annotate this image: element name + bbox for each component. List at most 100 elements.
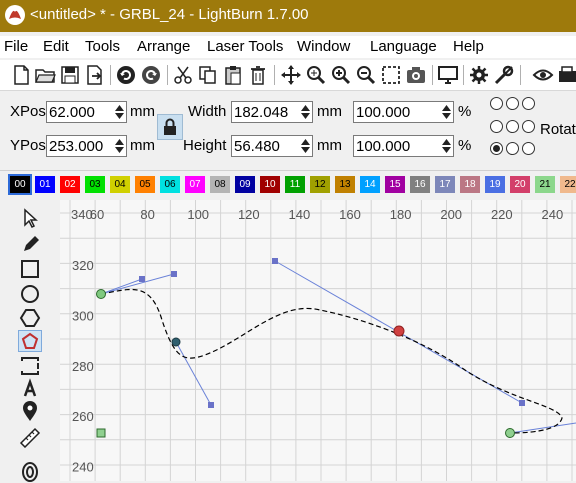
camera-icon[interactable] xyxy=(405,64,427,86)
zoom-in-icon[interactable] xyxy=(330,64,352,86)
menu-help[interactable]: Help xyxy=(453,38,484,55)
anchor-bottom-left[interactable] xyxy=(490,142,503,155)
handle-line xyxy=(100,278,143,295)
window-title: <untitled> * - GRBL_24 - LightBurn 1.7.0… xyxy=(30,6,309,23)
spinner-arrows-icon[interactable] xyxy=(114,138,125,154)
open-folder-icon[interactable] xyxy=(34,64,56,86)
anchor-bottom-center[interactable] xyxy=(506,142,519,155)
offset-shapes-icon[interactable] xyxy=(18,461,42,483)
lock-aspect-button[interactable] xyxy=(157,114,183,140)
handle-point[interactable] xyxy=(272,258,278,264)
save-icon[interactable] xyxy=(59,64,81,86)
handle-point[interactable] xyxy=(208,402,214,408)
palette-swatch-15[interactable]: 15 xyxy=(385,176,405,193)
ruler-x-label: 160 xyxy=(339,207,361,222)
tools-icon[interactable] xyxy=(493,64,515,86)
curve-node[interactable] xyxy=(171,337,181,347)
offset-icon[interactable] xyxy=(18,355,42,377)
machine-icon[interactable] xyxy=(556,64,576,86)
draw-lines-icon[interactable] xyxy=(18,233,42,255)
end-node[interactable] xyxy=(505,428,515,438)
move-icon[interactable] xyxy=(280,64,302,86)
xpos-field[interactable]: 62.000 xyxy=(46,101,127,123)
spinner-arrows-icon[interactable] xyxy=(441,104,452,120)
width-percent-field[interactable]: 100.000 xyxy=(353,101,454,123)
palette-swatch-16[interactable]: 16 xyxy=(410,176,430,193)
canvas-drawing[interactable]: 340 60 80 100 120 140 160 180 200 220 24032030028… xyxy=(60,200,576,481)
polygon-icon[interactable] xyxy=(18,307,42,329)
menu-arrange[interactable]: Arrange xyxy=(137,38,190,55)
palette-swatch-00[interactable]: 00 xyxy=(8,174,32,195)
palette-swatch-05[interactable]: 05 xyxy=(135,176,155,193)
palette-swatch-12[interactable]: 12 xyxy=(310,176,330,193)
palette-swatch-08[interactable]: 08 xyxy=(210,176,230,193)
palette-swatch-07[interactable]: 07 xyxy=(185,176,205,193)
palette-swatch-10[interactable]: 10 xyxy=(260,176,280,193)
palette-swatch-13[interactable]: 13 xyxy=(335,176,355,193)
edit-nodes-tool[interactable] xyxy=(18,330,42,352)
zoom-selection-icon[interactable] xyxy=(380,64,402,86)
palette-swatch-14[interactable]: 14 xyxy=(360,176,380,193)
position-laser-icon[interactable] xyxy=(18,401,42,423)
delete-icon[interactable] xyxy=(247,64,269,86)
palette-swatch-09[interactable]: 09 xyxy=(235,176,255,193)
undo-icon[interactable] xyxy=(115,64,137,86)
handle-point[interactable] xyxy=(519,400,525,406)
spinner-arrows-icon[interactable] xyxy=(114,104,125,120)
palette-swatch-03[interactable]: 03 xyxy=(85,176,105,193)
palette-swatch-18[interactable]: 18 xyxy=(460,176,480,193)
height-label: Height xyxy=(183,137,227,154)
anchor-top-left[interactable] xyxy=(490,97,503,110)
menu-language[interactable]: Language xyxy=(370,38,437,55)
rectangle-icon[interactable] xyxy=(18,258,42,280)
paste-icon[interactable] xyxy=(222,64,244,86)
menu-file[interactable]: File xyxy=(4,38,28,55)
zoom-out-icon[interactable] xyxy=(355,64,377,86)
height-field[interactable]: 56.480 xyxy=(231,135,313,157)
anchor-center[interactable] xyxy=(506,120,519,133)
zoom-to-page-icon[interactable] xyxy=(305,64,327,86)
palette-swatch-20[interactable]: 20 xyxy=(510,176,530,193)
import-icon[interactable] xyxy=(84,64,106,86)
palette-swatch-17[interactable]: 17 xyxy=(435,176,455,193)
spinner-arrows-icon[interactable] xyxy=(441,138,452,154)
monitor-icon[interactable] xyxy=(437,64,459,86)
select-tool-icon[interactable] xyxy=(18,208,42,230)
design-canvas[interactable]: 340 60 80 100 120 140 160 180 200 220 240 320 300 28… xyxy=(60,200,576,481)
menu-tools[interactable]: Tools xyxy=(85,38,120,55)
menu-edit[interactable]: Edit xyxy=(43,38,69,55)
measure-icon[interactable] xyxy=(18,426,42,448)
settings-icon[interactable] xyxy=(468,64,490,86)
handle-point[interactable] xyxy=(139,276,145,282)
spinner-arrows-icon[interactable] xyxy=(300,138,311,154)
ypos-field[interactable]: 253.000 xyxy=(46,135,127,157)
ellipse-icon[interactable] xyxy=(18,283,42,305)
palette-swatch-04[interactable]: 04 xyxy=(110,176,130,193)
new-file-icon[interactable] xyxy=(10,64,32,86)
height-percent-field[interactable]: 100.000 xyxy=(353,135,454,157)
anchor-middle-left[interactable] xyxy=(490,120,503,133)
palette-swatch-06[interactable]: 06 xyxy=(160,176,180,193)
palette-swatch-01[interactable]: 01 xyxy=(35,176,55,193)
anchor-bottom-right[interactable] xyxy=(522,142,535,155)
preview-icon[interactable] xyxy=(532,64,554,86)
width-field[interactable]: 182.048 xyxy=(231,101,313,123)
menu-window[interactable]: Window xyxy=(297,38,350,55)
handle-point[interactable] xyxy=(171,271,177,277)
copy-icon[interactable] xyxy=(197,64,219,86)
anchor-middle-right[interactable] xyxy=(522,120,535,133)
anchor-top-center[interactable] xyxy=(506,97,519,110)
redo-icon[interactable] xyxy=(140,64,162,86)
spinner-arrows-icon[interactable] xyxy=(300,104,311,120)
text-tool-icon[interactable] xyxy=(18,378,42,400)
cut-icon[interactable] xyxy=(172,64,194,86)
menu-laser-tools[interactable]: Laser Tools xyxy=(207,38,283,55)
palette-swatch-02[interactable]: 02 xyxy=(60,176,80,193)
palette-swatch-22[interactable]: 22 xyxy=(560,176,576,193)
palette-swatch-19[interactable]: 19 xyxy=(485,176,505,193)
palette-swatch-21[interactable]: 21 xyxy=(535,176,555,193)
palette-swatch-11[interactable]: 11 xyxy=(285,176,305,193)
start-node[interactable] xyxy=(96,289,106,299)
anchor-top-right[interactable] xyxy=(522,97,535,110)
selected-node[interactable] xyxy=(393,325,405,337)
